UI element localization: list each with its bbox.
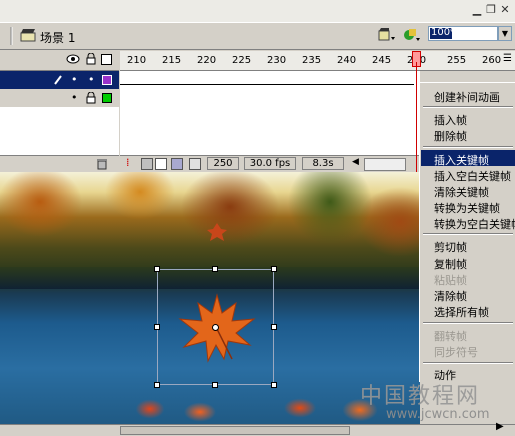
menu-separator: [423, 233, 513, 235]
close-icon[interactable]: ✕: [499, 4, 511, 16]
frames-row-1[interactable]: [120, 71, 420, 90]
ruler-label: 220: [197, 55, 217, 66]
transform-center-point[interactable]: [212, 324, 219, 331]
stage-hscroll-thumb[interactable]: [120, 426, 350, 435]
lock-all-icon[interactable]: [86, 53, 96, 65]
menu-item-remove-frames[interactable]: 删除帧: [434, 128, 467, 144]
show-hide-all-icon[interactable]: [66, 54, 80, 64]
scroll-right-arrow[interactable]: ▶: [496, 421, 504, 432]
menu-separator: [423, 146, 513, 148]
menu-item-convert-to-keyframes[interactable]: 转换为关键帧: [434, 200, 500, 216]
menu-item-insert-blank-keyframe[interactable]: 插入空白关键帧: [434, 168, 511, 184]
layer2-outline-swatch[interactable]: [102, 93, 112, 103]
minimize-icon[interactable]: ▁: [471, 4, 483, 16]
timeline-menu-icon[interactable]: ☰: [503, 53, 512, 64]
window-title-strip: [0, 0, 515, 22]
elapsed-time-value: 8.3s: [302, 157, 344, 170]
frame-rate-value: 30.0 fps: [244, 157, 296, 170]
layer1-lock-dot[interactable]: •: [88, 73, 95, 86]
resize-handle-w[interactable]: [154, 324, 160, 330]
resize-handle-nw[interactable]: [154, 266, 160, 272]
menu-item-reverse-frames: 翻转帧: [434, 330, 467, 343]
ruler-label: 245: [372, 55, 392, 66]
menu-item-copy-frames[interactable]: 复制帧: [434, 256, 467, 272]
menu-item-insert-keyframe[interactable]: 插入关键帧: [434, 152, 489, 168]
onion-markers-icon[interactable]: [189, 158, 201, 170]
playhead-line: [416, 62, 417, 172]
resize-handle-sw[interactable]: [154, 382, 160, 388]
ruler-label: 230: [267, 55, 287, 66]
menu-item-select-all-frames[interactable]: 选择所有帧: [434, 304, 489, 320]
resize-handle-se[interactable]: [271, 382, 277, 388]
ruler-label: 255: [447, 55, 467, 66]
frames-row-2[interactable]: [120, 89, 420, 108]
menu-item-convert-to-blank-keyframes[interactable]: 转换为空白关键帧: [434, 216, 515, 232]
frames-empty-area: [120, 107, 420, 155]
ruler-label: 210: [127, 55, 147, 66]
pencil-icon: [54, 75, 62, 85]
layer2-visible-dot[interactable]: •: [71, 91, 78, 104]
hanging-leaf-image: [207, 223, 227, 241]
menu-item-create-motion-tween[interactable]: 创建补间动画: [434, 89, 500, 105]
watermark-title: 中国教程网: [360, 384, 481, 409]
menu-item-clear-frames[interactable]: 清除帧: [434, 288, 467, 304]
layer2-lock-icon[interactable]: [86, 92, 96, 104]
scene-clapper-icon: [20, 29, 36, 42]
edit-multiple-icon[interactable]: [171, 158, 183, 170]
ruler-label: 260: [482, 55, 502, 66]
zoom-dropdown-button[interactable]: ▼: [498, 26, 512, 41]
menu-item-insert-frame[interactable]: 插入帧: [434, 112, 467, 128]
menu-item-cut-frames[interactable]: 剪切帧: [434, 239, 467, 255]
scroll-left-arrow[interactable]: ◀: [352, 157, 359, 167]
watermark-url: www.jcwcn.com: [386, 407, 490, 422]
edit-scene-icon[interactable]: [378, 27, 396, 43]
resize-handle-e[interactable]: [271, 324, 277, 330]
menu-separator: [423, 362, 513, 364]
menu-item-paste-frames: 粘贴帧: [434, 274, 467, 287]
current-frame-value: 250: [207, 157, 239, 170]
resize-handle-n[interactable]: [212, 266, 218, 272]
zoom-value: 100%: [431, 27, 460, 38]
foreground-leaves: [0, 394, 420, 424]
ruler-label: 235: [302, 55, 322, 66]
onion-outline-icon[interactable]: [155, 158, 167, 170]
outline-all-icon[interactable]: [101, 54, 112, 65]
layer1-outline-swatch[interactable]: [102, 75, 112, 85]
resize-handle-ne[interactable]: [271, 266, 277, 272]
timeline-hscroll-track[interactable]: [364, 158, 406, 171]
center-frame-icon[interactable]: ⁞: [126, 156, 130, 169]
ruler-label: 240: [337, 55, 357, 66]
resize-handle-s[interactable]: [212, 382, 218, 388]
ruler-label: 215: [162, 55, 182, 66]
ruler-label: 225: [232, 55, 252, 66]
layers-empty-area: [0, 107, 119, 155]
onion-skin-icon[interactable]: [141, 158, 153, 170]
layer1-visible-dot[interactable]: •: [71, 73, 78, 86]
menu-item-clear-keyframe[interactable]: 清除关键帧: [434, 184, 489, 200]
menu-separator: [423, 322, 513, 324]
edit-symbol-icon[interactable]: [402, 26, 422, 44]
menu-separator: [423, 106, 513, 108]
scene-label[interactable]: 场景 1: [40, 29, 75, 46]
trash-icon[interactable]: [96, 158, 108, 170]
menu-item-synchronize-symbols: 同步符号: [434, 346, 478, 359]
tween-line: [120, 84, 414, 85]
restore-icon[interactable]: ❐: [485, 4, 497, 16]
